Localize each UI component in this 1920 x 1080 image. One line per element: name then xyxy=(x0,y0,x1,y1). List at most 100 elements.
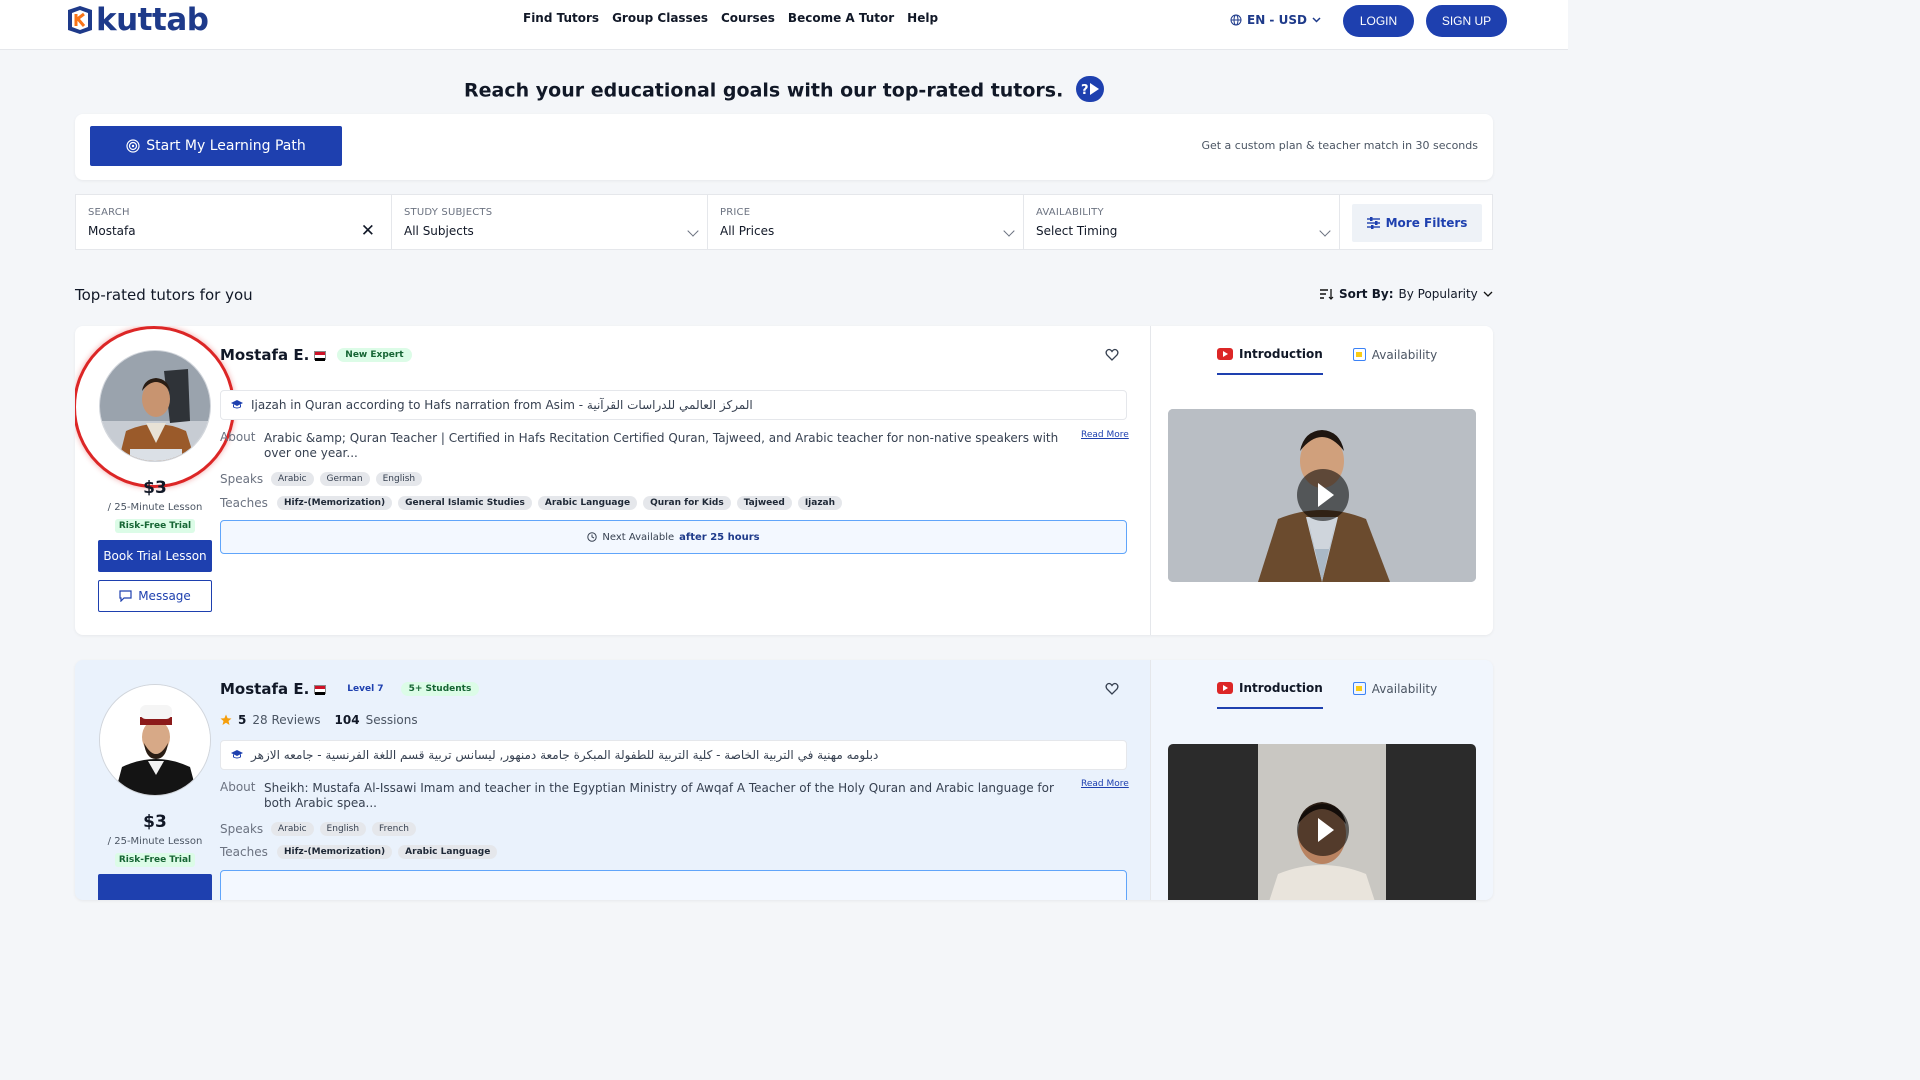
learning-path-note: Get a custom plan & teacher match in 30 … xyxy=(1201,139,1478,152)
login-button[interactable]: LOGIN xyxy=(1343,5,1414,37)
speaks-label: Speaks xyxy=(220,472,264,486)
youtube-icon xyxy=(1217,347,1233,360)
book-trial-button[interactable] xyxy=(98,874,212,900)
tutor-name[interactable]: Mostafa E. xyxy=(220,680,309,698)
subject-chip: Quran for Kids xyxy=(643,496,731,510)
book-trial-button[interactable]: Book Trial Lesson xyxy=(98,540,212,572)
logo-text: kuttab xyxy=(96,2,209,38)
logo[interactable]: kuttab xyxy=(64,2,209,38)
target-icon xyxy=(126,139,140,153)
nav-become-tutor[interactable]: Become A Tutor xyxy=(788,11,894,25)
about-text: Arabic &amp; Quran Teacher | Certified i… xyxy=(264,431,1059,460)
subjects-filter[interactable]: STUDY SUBJECTS All Subjects xyxy=(392,195,708,249)
sort-value: By Popularity xyxy=(1398,287,1478,301)
tutor-avatar[interactable] xyxy=(99,684,211,796)
tab-introduction[interactable]: Introduction xyxy=(1217,676,1323,709)
sessions-count: 104 xyxy=(334,713,360,727)
clock-icon xyxy=(587,532,598,542)
nav-help[interactable]: Help xyxy=(907,11,938,25)
sliders-icon xyxy=(1366,217,1380,229)
sort-label: Sort By: xyxy=(1339,287,1394,301)
tutor-card: $3 / 25-Minute Lesson Risk-Free Trial Bo… xyxy=(75,326,1493,635)
price-filter[interactable]: PRICE All Prices xyxy=(708,195,1024,249)
signup-button[interactable]: SIGN UP xyxy=(1426,5,1507,37)
favorite-heart-icon[interactable] xyxy=(1105,348,1119,362)
tutor-card-main: $3 / 25-Minute Lesson Risk-Free Trial Bo… xyxy=(75,326,1150,635)
tutor-media-panel: Introduction Availability xyxy=(1150,326,1493,635)
media-tabs: Introduction Availability xyxy=(1217,676,1437,709)
nav-find-tutors[interactable]: Find Tutors xyxy=(523,11,599,25)
tab-introduction-label: Introduction xyxy=(1239,680,1323,695)
next-available-label: Next Available xyxy=(602,531,675,543)
search-input[interactable]: Mostafa xyxy=(88,224,136,238)
teaches-chips: Hifz-(Memorization) General Islamic Stud… xyxy=(277,496,843,510)
filter-bar: SEARCH Mostafa ✕ STUDY SUBJECTS All Subj… xyxy=(75,194,1493,250)
search-filter[interactable]: SEARCH Mostafa ✕ xyxy=(76,195,392,249)
about-text: Sheikh: Mustafa Al-Issawi Imam and teach… xyxy=(264,781,1054,810)
next-available-box[interactable]: Next Available after 25 hours xyxy=(220,520,1127,554)
about-label: About xyxy=(220,780,256,794)
intro-video-thumbnail[interactable] xyxy=(1168,744,1476,900)
tutor-price: $3 xyxy=(143,478,167,498)
language-label: EN - USD xyxy=(1247,13,1307,27)
tutor-price-unit: / 25-Minute Lesson xyxy=(107,502,203,513)
tutor-card-main: $3 / 25-Minute Lesson Risk-Free Trial Mo… xyxy=(75,660,1150,900)
svg-text:?: ? xyxy=(1081,83,1089,98)
nav-group-classes[interactable]: Group Classes xyxy=(612,11,708,25)
graduation-cap-icon xyxy=(231,750,243,759)
subject-chip: Arabic Language xyxy=(537,496,638,510)
play-icon[interactable] xyxy=(1297,804,1349,856)
language-chip: German xyxy=(319,472,370,486)
start-learning-path-button[interactable]: Start My Learning Path xyxy=(90,126,342,166)
read-more-link[interactable]: Read More xyxy=(1081,430,1129,440)
language-currency-selector[interactable]: EN - USD xyxy=(1230,13,1321,27)
tutor-name-row: Mostafa E. New Expert xyxy=(220,346,412,364)
about-label: About xyxy=(220,430,256,444)
tab-introduction[interactable]: Introduction xyxy=(1217,342,1323,375)
message-button[interactable]: Message xyxy=(98,580,212,612)
reviews-count[interactable]: 28 Reviews xyxy=(252,713,320,727)
tab-availability[interactable]: Availability xyxy=(1352,342,1438,375)
help-video-icon[interactable]: ? xyxy=(1075,76,1104,102)
chevron-down-icon xyxy=(687,225,699,237)
availability-filter[interactable]: AVAILABILITY Select Timing xyxy=(1024,195,1340,249)
sort-dropdown[interactable]: Sort By: By Popularity xyxy=(1320,287,1493,301)
price-select[interactable]: All Prices xyxy=(720,224,774,238)
play-icon[interactable] xyxy=(1297,469,1349,521)
language-chip: Arabic xyxy=(271,822,314,836)
subject-chip: Tajweed xyxy=(736,496,792,510)
read-more-link[interactable]: Read More xyxy=(1081,779,1129,789)
tab-introduction-label: Introduction xyxy=(1239,346,1323,361)
message-label: Message xyxy=(138,589,191,603)
media-tabs: Introduction Availability xyxy=(1217,342,1437,375)
tutor-name-row: Mostafa E. Level 7 5+ Students xyxy=(220,680,480,698)
subject-chip: Hifz-(Memorization) xyxy=(277,845,393,859)
nav-courses[interactable]: Courses xyxy=(721,11,775,25)
sessions-label: Sessions xyxy=(365,713,418,727)
intro-video-thumbnail[interactable] xyxy=(1168,409,1476,582)
next-available-box[interactable] xyxy=(220,870,1127,900)
chat-icon xyxy=(119,590,132,602)
favorite-heart-icon[interactable] xyxy=(1105,682,1119,696)
tab-availability-label: Availability xyxy=(1371,347,1438,362)
certificate-box: Ijazah in Quran according to Hafs narrat… xyxy=(220,390,1127,420)
availability-select[interactable]: Select Timing xyxy=(1036,224,1117,238)
tutor-price-unit: / 25-Minute Lesson xyxy=(107,836,203,847)
tab-availability[interactable]: Availability xyxy=(1352,676,1437,709)
subject-chip: Arabic Language xyxy=(398,845,498,859)
tutor-card: $3 / 25-Minute Lesson Risk-Free Trial Mo… xyxy=(75,660,1493,900)
subjects-select[interactable]: All Subjects xyxy=(404,224,474,238)
more-filters-button[interactable]: More Filters xyxy=(1352,204,1482,242)
more-filters-label: More Filters xyxy=(1385,216,1468,230)
tutor-name[interactable]: Mostafa E. xyxy=(220,346,309,364)
language-chip: French xyxy=(372,822,416,836)
language-chip: English xyxy=(375,472,423,486)
certificate-text: Ijazah in Quran according to Hafs narrat… xyxy=(251,398,753,412)
price-label: PRICE xyxy=(720,207,751,218)
clear-search-icon[interactable]: ✕ xyxy=(361,221,375,241)
risk-free-badge: Risk-Free Trial xyxy=(115,519,195,533)
risk-free-badge: Risk-Free Trial xyxy=(115,853,195,867)
main-nav: Find Tutors Group Classes Courses Become… xyxy=(523,11,938,25)
speaks-chips: Arabic English French xyxy=(271,822,416,836)
globe-icon xyxy=(1230,14,1242,26)
